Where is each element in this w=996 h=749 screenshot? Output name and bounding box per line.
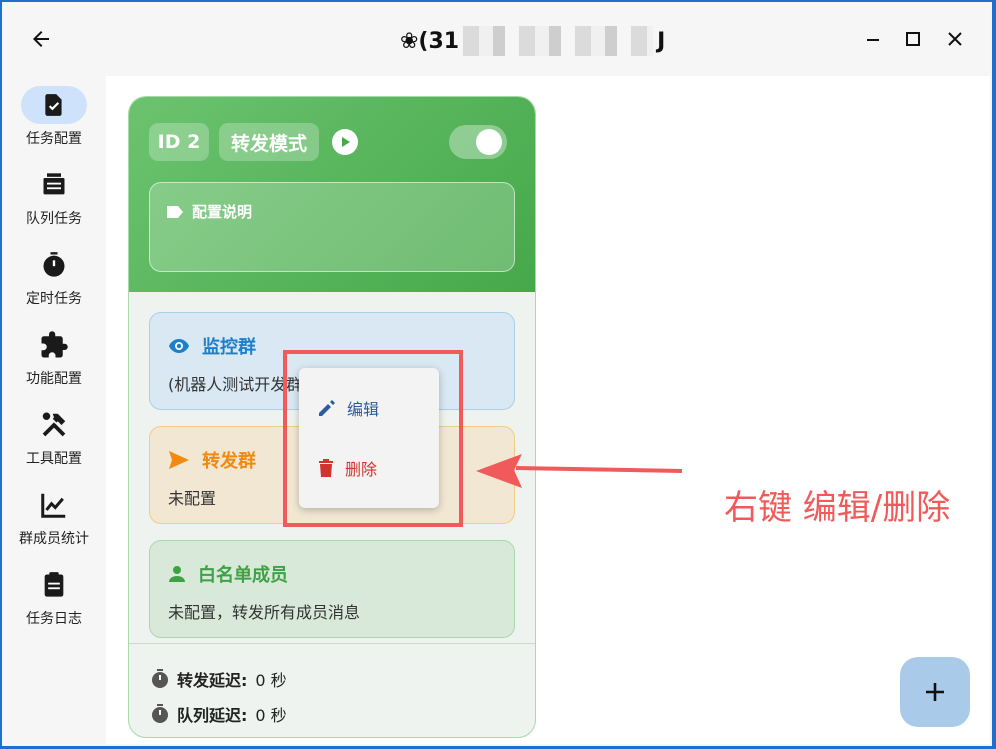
back-button[interactable] <box>26 24 56 54</box>
clipboard-icon <box>44 572 64 597</box>
title-suffix: J <box>657 28 666 54</box>
maximize-icon <box>906 32 920 46</box>
id-chip: ID 2 <box>149 123 209 161</box>
forward-delay-label: 转发延迟: <box>177 671 248 690</box>
queue-delay-value: 0 秒 <box>255 706 287 725</box>
maximize-button[interactable] <box>902 28 924 50</box>
sidebar-item-tools-config[interactable]: 工具配置 <box>2 406 106 478</box>
sidebar-item-queue[interactable]: 队列任务 <box>2 166 106 238</box>
toggle-knob <box>476 129 502 155</box>
main-content: ID 2 转发模式 配置说明 监控群 (机器人测试开发群) 转发群 未配置 白名… <box>106 76 990 744</box>
label-tag-icon <box>167 205 183 218</box>
monitor-group-title: 监控群 <box>202 337 256 358</box>
sidebar-item-label: 任务日志 <box>26 611 82 627</box>
minimize-icon <box>867 39 879 41</box>
stopwatch-icon <box>152 704 168 723</box>
forward-delay-row: 转发延迟: 0 秒 <box>151 667 287 691</box>
sidebar-item-member-stats[interactable]: 群成员统计 <box>2 486 106 558</box>
sidebar-item-label: 群成员统计 <box>19 531 89 547</box>
config-description-label: 配置说明 <box>192 203 253 221</box>
queue-icon <box>43 173 65 195</box>
timer-icon <box>43 252 65 277</box>
sidebar-item-label: 功能配置 <box>26 371 82 387</box>
forward-group-value: 未配置 <box>168 489 217 508</box>
play-button[interactable] <box>332 129 358 155</box>
sidebar-item-task-log[interactable]: 任务日志 <box>2 566 106 638</box>
window-title: ❀(31 J <box>400 26 665 56</box>
annotation-text: 右键 编辑/删除 <box>724 488 951 528</box>
sidebar-item-label: 定时任务 <box>26 291 82 307</box>
sidebar-item-label: 任务配置 <box>26 131 82 147</box>
sidebar-item-label: 工具配置 <box>26 451 82 467</box>
tools-icon <box>42 412 66 437</box>
forward-group-title: 转发群 <box>202 451 256 472</box>
chart-icon <box>41 493 66 518</box>
sidebar-item-label: 队列任务 <box>26 211 82 227</box>
whitelist-title: 白名单成员 <box>198 565 288 586</box>
play-icon <box>342 137 350 147</box>
card-header: ID 2 转发模式 配置说明 <box>129 97 535 292</box>
sidebar-item-feature-config[interactable]: 功能配置 <box>2 326 106 398</box>
enable-toggle[interactable] <box>449 125 507 159</box>
app-window: ❀(31 J 任务配置 队列任务 定时任务 功能配置 工具配置 群成员统计 任务… <box>2 2 992 746</box>
queue-delay-row: 队列延迟: 0 秒 <box>151 702 287 726</box>
config-description-box[interactable]: 配置说明 <box>149 182 515 272</box>
title-prefix: ❀(31 <box>400 28 460 54</box>
whitelist-value: 未配置，转发所有成员消息 <box>168 603 361 622</box>
annotation-arrow-icon <box>476 454 683 488</box>
task-config-icon <box>45 94 62 116</box>
sidebar-nav: 任务配置 队列任务 定时任务 功能配置 工具配置 群成员统计 任务日志 <box>2 76 106 746</box>
forward-delay-value: 0 秒 <box>255 671 287 690</box>
annotation-highlight-box <box>283 350 463 527</box>
close-icon <box>948 32 962 46</box>
title-bar: ❀(31 J <box>2 2 992 76</box>
plus-icon <box>926 683 944 701</box>
mode-chip: 转发模式 <box>219 123 319 161</box>
whitelist-section[interactable]: 白名单成员 未配置，转发所有成员消息 <box>149 540 515 638</box>
person-icon <box>169 566 185 582</box>
eye-icon <box>169 339 189 353</box>
minimize-button[interactable] <box>862 28 884 50</box>
puzzle-icon <box>41 331 68 358</box>
add-task-button[interactable] <box>900 657 970 727</box>
arrow-left-icon <box>33 31 49 47</box>
queue-delay-label: 队列延迟: <box>177 706 248 725</box>
card-divider <box>129 643 535 644</box>
send-icon <box>169 451 189 469</box>
sidebar-item-timer[interactable]: 定时任务 <box>2 246 106 318</box>
sidebar-item-task-config[interactable]: 任务配置 <box>2 86 106 158</box>
stopwatch-icon <box>152 669 168 688</box>
close-button[interactable] <box>944 28 966 50</box>
title-redacted-area <box>463 26 654 56</box>
